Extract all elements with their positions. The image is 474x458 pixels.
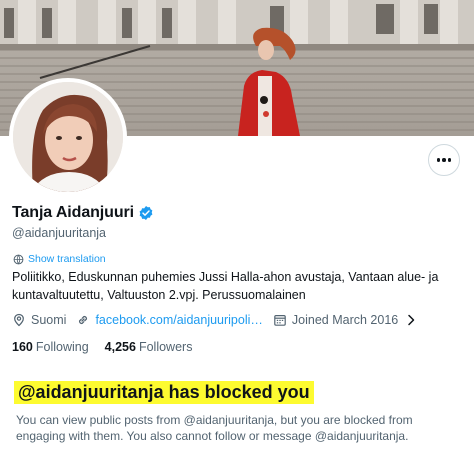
avatar-image [13, 82, 123, 192]
calendar-icon [273, 313, 287, 327]
link-icon [76, 313, 90, 327]
profile-handle: @aidanjuuritanja [12, 226, 107, 240]
joined-text: Joined March 2016 [291, 313, 399, 327]
website-link[interactable]: facebook.com/aidanjuuripoli… [95, 313, 262, 327]
followers-count: 4,256 [104, 340, 136, 354]
show-translation-label[interactable]: Show translation [28, 253, 106, 265]
profile-meta: Suomi facebook.com/aidanjuuripoli… Joine… [12, 313, 426, 327]
following-link[interactable]: 160 Following [12, 340, 89, 354]
verified-badge-icon[interactable] [138, 205, 154, 221]
location-text: Suomi [31, 313, 67, 327]
followers-label: Followers [138, 340, 193, 354]
blocked-message: You can view public posts from @aidanjuu… [16, 413, 413, 443]
following-label: Following [35, 340, 89, 354]
blocked-title: @aidanjuuritanja has blocked you [14, 381, 314, 404]
following-count: 160 [12, 340, 33, 354]
joined-date[interactable]: Joined March 2016 [273, 313, 416, 327]
location: Suomi [12, 313, 66, 327]
more-options-button[interactable] [428, 144, 460, 176]
show-translation-link[interactable]: Show translation [13, 253, 106, 265]
location-pin-icon [12, 313, 26, 327]
more-dots-icon [436, 158, 452, 162]
avatar[interactable] [9, 78, 127, 196]
followers-link[interactable]: 4,256 Followers [105, 340, 193, 354]
name-row: Tanja Aidanjuuri [12, 204, 154, 222]
follow-stats: 160 Following 4,256 Followers [12, 340, 192, 354]
globe-icon [13, 254, 24, 265]
display-name: Tanja Aidanjuuri [12, 204, 134, 221]
chevron-right-icon [406, 314, 416, 326]
profile-bio: Poliitikko, Eduskunnan puhemies Jussi Ha… [12, 270, 439, 302]
website[interactable]: facebook.com/aidanjuuripoli… [76, 313, 263, 327]
